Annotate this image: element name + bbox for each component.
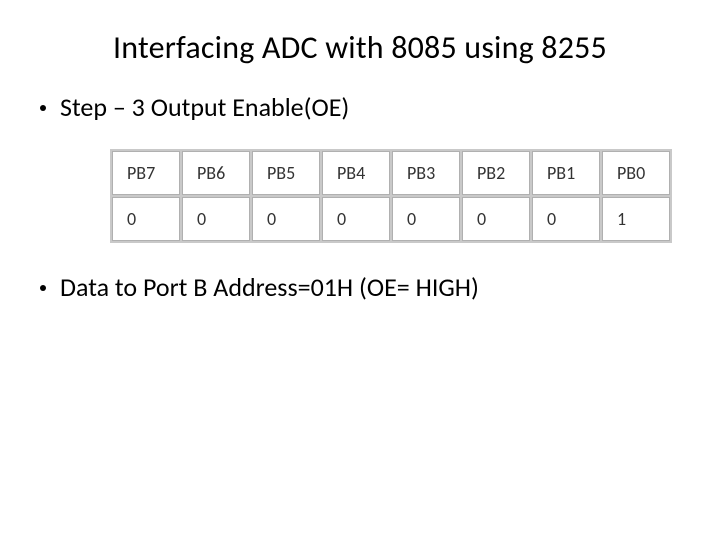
table-cell: 1 (602, 197, 670, 241)
table-row: PB7 PB6 PB5 PB4 PB3 PB2 PB1 PB0 (112, 151, 670, 195)
table-header-cell: PB1 (532, 151, 600, 195)
table-cell: 0 (112, 197, 180, 241)
bullet-dot-icon (40, 285, 46, 291)
page-title: Interfacing ADC with 8085 using 8255 (0, 0, 720, 67)
table-header-cell: PB3 (392, 151, 460, 195)
table-header-cell: PB2 (462, 151, 530, 195)
bullet-step3: Step – 3 Output Enable(OE) (40, 91, 680, 123)
slide: Interfacing ADC with 8085 using 8255 Ste… (0, 0, 720, 540)
table-row: 0 0 0 0 0 0 0 1 (112, 197, 670, 241)
table-cell: 0 (252, 197, 320, 241)
table-header-cell: PB6 (182, 151, 250, 195)
table-header-cell: PB7 (112, 151, 180, 195)
table-cell: 0 (182, 197, 250, 241)
port-b-table: PB7 PB6 PB5 PB4 PB3 PB2 PB1 PB0 0 0 0 0 … (110, 149, 672, 243)
port-b-table-wrap: PB7 PB6 PB5 PB4 PB3 PB2 PB1 PB0 0 0 0 0 … (40, 141, 680, 243)
bullet-portb: Data to Port B Address=01H (OE= HIGH) (40, 271, 680, 303)
table-cell: 0 (462, 197, 530, 241)
bullet-text: Step – 3 Output Enable(OE) (60, 91, 680, 123)
table-header-cell: PB0 (602, 151, 670, 195)
table-cell: 0 (532, 197, 600, 241)
bullet-dot-icon (40, 105, 46, 111)
table-header-cell: PB5 (252, 151, 320, 195)
table-header-cell: PB4 (322, 151, 390, 195)
bullet-text: Data to Port B Address=01H (OE= HIGH) (60, 271, 680, 303)
slide-body: Step – 3 Output Enable(OE) PB7 PB6 PB5 P… (0, 67, 720, 303)
table-cell: 0 (322, 197, 390, 241)
table-cell: 0 (392, 197, 460, 241)
